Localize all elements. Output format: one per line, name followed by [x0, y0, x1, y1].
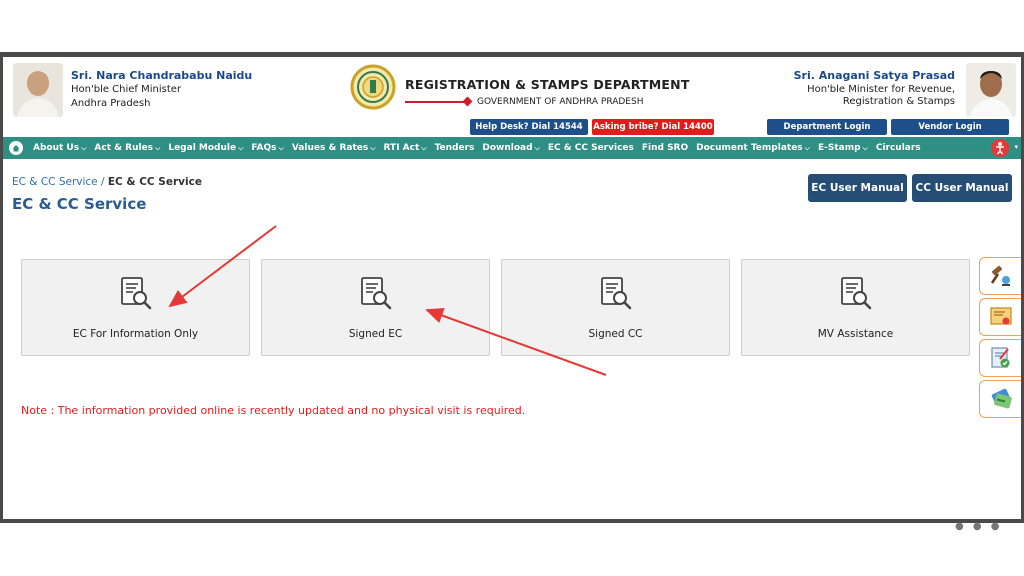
chevron-down-icon: ⌵: [238, 144, 244, 152]
auction-gavel-icon[interactable]: [979, 257, 1021, 295]
department-title: REGISTRATION & STAMPS DEPARTMENT: [405, 77, 690, 92]
breadcrumb-separator: /: [100, 176, 105, 188]
department-login-button[interactable]: Department Login: [767, 119, 887, 135]
title-divider: [405, 101, 467, 103]
nav-item-label: About Us: [33, 143, 80, 153]
card-ec-information-only[interactable]: EC For Information Only: [21, 259, 250, 356]
main-nav: About Us ⌵ Act & Rules ⌵ Legal Module ⌵ FAQs ⌵ V…: [3, 137, 1021, 159]
nav-item-label: Values & Rates: [291, 143, 369, 153]
document-search-icon: [359, 276, 393, 312]
nav-item-label: FAQs: [251, 143, 277, 153]
report-bribe-button[interactable]: Asking bribe? Dial 14400: [592, 119, 714, 135]
chief-minister-role: Hon'ble Chief Minister: [71, 84, 182, 95]
card-signed-cc[interactable]: Signed CC: [501, 259, 730, 356]
nav-item-faqs[interactable]: FAQs ⌵: [247, 143, 287, 153]
nav-item-rti-act[interactable]: RTI Act ⌵: [380, 143, 431, 153]
nav-item-legal-module[interactable]: Legal Module ⌵: [164, 143, 247, 153]
page-title: EC & CC Service: [12, 195, 147, 213]
nav-item-label: Act & Rules: [94, 143, 154, 153]
chevron-down-icon: ⌵: [370, 144, 376, 152]
minister-name: Sri. Anagani Satya Prasad: [793, 69, 955, 82]
nav-item-download[interactable]: Download ⌵: [478, 143, 543, 153]
site-header: Sri. Nara Chandrababu Naidu Hon'ble Chie…: [3, 57, 1021, 137]
nav-item-find-sro[interactable]: Find SRO: [638, 143, 692, 153]
department-subtitle: GOVERNMENT OF ANDHRA PRADESH: [477, 97, 644, 107]
chevron-down-icon: ⌵: [534, 144, 540, 152]
info-note: Note : The information provided online i…: [21, 404, 526, 417]
window-controls: ● ● ●: [955, 521, 1003, 532]
chevron-down-icon: ⌵: [81, 144, 87, 152]
chevron-down-icon: ⌵: [155, 144, 161, 152]
breadcrumb-parent[interactable]: EC & CC Service: [12, 176, 98, 188]
card-label: Signed CC: [588, 328, 643, 340]
ap-state-seal-icon[interactable]: [349, 63, 397, 113]
home-icon[interactable]: [3, 137, 29, 159]
nav-item-circulars[interactable]: Circulars: [872, 143, 925, 153]
helpdesk-button[interactable]: Help Desk? Dial 14544: [470, 119, 588, 135]
nav-item-values-rates[interactable]: Values & Rates ⌵: [288, 143, 380, 153]
nav-item-label: RTI Act: [383, 143, 420, 153]
nav-item-e-stamp[interactable]: E-Stamp ⌵: [814, 143, 872, 153]
chief-minister-state: Andhra Pradesh: [71, 98, 151, 109]
title-divider-diamond: [462, 96, 473, 107]
payment-card-icon[interactable]: [979, 380, 1021, 418]
nav-item-ec-cc-services[interactable]: EC & CC Services: [544, 143, 638, 153]
chevron-down-icon: ⌵: [278, 144, 284, 152]
nav-item-about-us[interactable]: About Us ⌵: [29, 143, 90, 153]
nav-item-label: Tenders: [434, 143, 475, 153]
card-label: Signed EC: [348, 328, 403, 340]
nav-item-label: Document Templates: [696, 143, 803, 153]
nav-item-tenders[interactable]: Tenders: [431, 143, 479, 153]
cc-user-manual-button[interactable]: CC User Manual: [912, 174, 1012, 202]
chevron-down-icon[interactable]: ▾: [1014, 143, 1018, 151]
accessibility-icon[interactable]: [991, 139, 1009, 157]
side-toolbar: [979, 257, 1021, 421]
chevron-down-icon: ⌵: [804, 144, 810, 152]
card-signed-ec[interactable]: Signed EC: [261, 259, 490, 356]
nav-item-document-templates[interactable]: Document Templates ⌵: [692, 143, 814, 153]
document-search-icon: [839, 276, 873, 312]
document-search-icon: [119, 276, 153, 312]
nav-item-label: Download: [482, 143, 533, 153]
nav-item-label: Circulars: [875, 143, 921, 153]
nav-menu: About Us ⌵ Act & Rules ⌵ Legal Module ⌵ FAQs ⌵ V…: [29, 143, 925, 153]
nav-item-act-rules[interactable]: Act & Rules ⌵: [90, 143, 164, 153]
nav-item-label: Legal Module: [168, 143, 237, 153]
nav-item-label: EC & CC Services: [547, 143, 634, 153]
nav-item-label: E-Stamp: [817, 143, 861, 153]
minister-photo: [966, 63, 1016, 117]
certificate-icon[interactable]: [979, 298, 1021, 336]
nav-item-label: Find SRO: [641, 143, 689, 153]
minister-role-line2: Registration & Stamps: [842, 96, 955, 107]
chief-minister-photo: [13, 63, 63, 117]
ec-user-manual-button[interactable]: EC User Manual: [808, 174, 907, 202]
chief-minister-name: Sri. Nara Chandrababu Naidu: [71, 69, 253, 82]
breadcrumb: EC & CC Service / EC & CC Service: [12, 176, 202, 188]
document-check-icon[interactable]: [979, 339, 1021, 377]
card-mv-assistance[interactable]: MV Assistance: [741, 259, 970, 356]
page: Sri. Nara Chandrababu Naidu Hon'ble Chie…: [3, 57, 1021, 519]
card-label: EC For Information Only: [72, 328, 199, 340]
chevron-down-icon: ⌵: [862, 144, 868, 152]
chevron-down-icon: ⌵: [421, 144, 427, 152]
minister-role-line1: Hon'ble Minister for Revenue,: [807, 84, 955, 95]
vendor-login-button[interactable]: Vendor Login: [891, 119, 1009, 135]
breadcrumb-current: EC & CC Service: [107, 176, 202, 188]
document-search-icon: [599, 276, 633, 312]
card-label: MV Assistance: [817, 328, 894, 340]
window-frame-bottom: [0, 519, 1024, 523]
